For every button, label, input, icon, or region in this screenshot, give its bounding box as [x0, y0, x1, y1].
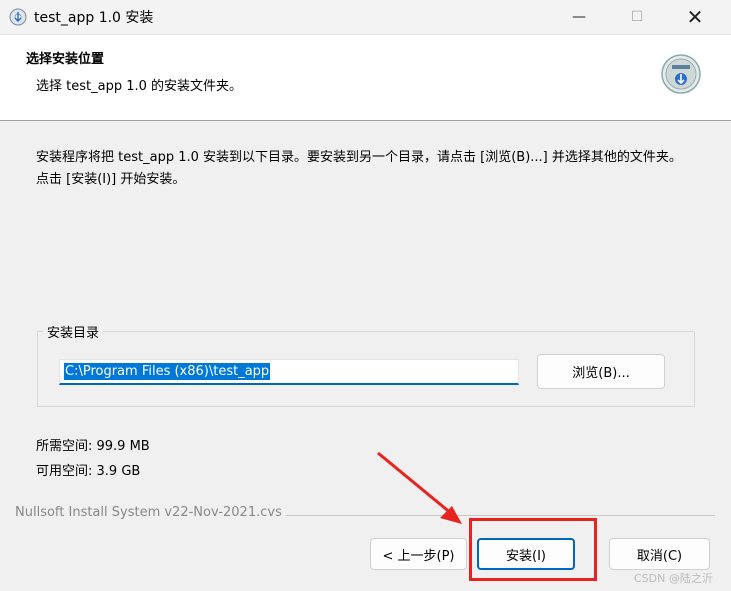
back-button[interactable]: < 上一步(P): [370, 538, 467, 570]
page-subtitle: 选择 test_app 1.0 的安装文件夹。: [36, 79, 243, 94]
installer-cd-icon: [9, 8, 27, 26]
annotation-arrow-icon: [377, 451, 462, 524]
install-dir-label: 安装目录: [43, 322, 104, 341]
page-title: 选择安装位置: [26, 52, 105, 67]
install-path-value: C:\Program Files (x86)\test_app: [64, 363, 271, 380]
branding-text: Nullsoft Install System v22-Nov-2021.cvs: [15, 505, 286, 520]
annotation-highlight-box: [469, 518, 597, 581]
instructions-text: 安装程序将把 test_app 1.0 安装到以下目录。要安装到另一个目录，请点…: [36, 150, 682, 187]
browse-button[interactable]: 浏览(B)...: [537, 354, 665, 389]
cancel-button[interactable]: 取消(C): [609, 538, 710, 570]
maximize-button[interactable]: ☐: [614, 0, 660, 34]
minimize-button[interactable]: —: [556, 0, 602, 34]
close-button[interactable]: ✕: [672, 0, 718, 34]
required-space: 所需空间: 99.9 MB: [36, 439, 150, 454]
title-bar: test_app 1.0 安装 — ☐ ✕: [0, 0, 731, 35]
window-title: test_app 1.0 安装: [34, 10, 154, 26]
space-info: 所需空间: 99.9 MB 可用空间: 3.9 GB: [36, 434, 150, 484]
watermark: CSDN @陆之沂: [634, 572, 713, 585]
install-path-input[interactable]: C:\Program Files (x86)\test_app: [59, 359, 519, 385]
group-border: [37, 331, 693, 332]
installer-disk-icon: [661, 54, 701, 94]
header-panel: 选择安装位置 选择 test_app 1.0 的安装文件夹。: [0, 35, 731, 121]
available-space: 可用空间: 3.9 GB: [36, 464, 141, 479]
